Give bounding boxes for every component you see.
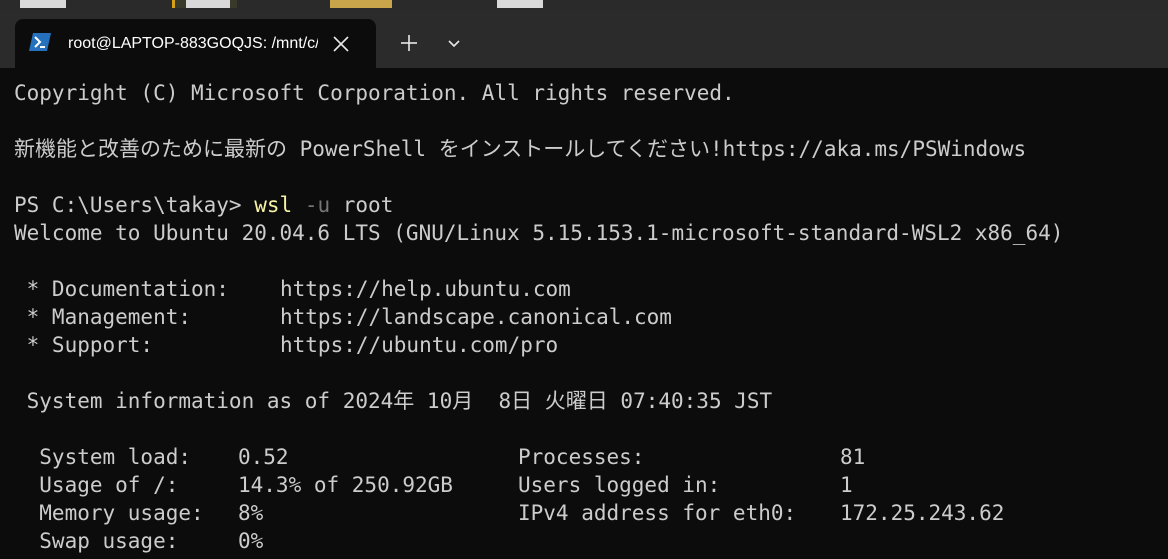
tab-terminal[interactable]: root@LAPTOP-883GOQJS: /mnt/c/Users/takay	[15, 19, 376, 68]
stat-label: Swap usage:	[14, 529, 179, 553]
command-name: wsl	[254, 193, 293, 217]
taskbar-thumbnail	[330, 0, 392, 8]
powershell-icon	[29, 32, 51, 52]
link-url[interactable]: https://ubuntu.com/pro	[280, 331, 558, 359]
stat-label: Memory usage:	[14, 501, 204, 525]
tab-title: root@LAPTOP-883GOQJS: /mnt/c/Users/takay	[68, 35, 318, 52]
stat-value: 81	[840, 445, 866, 469]
command-line: PS C:\Users\takay> wsl -u root	[14, 191, 393, 219]
stat-value: 0.52	[238, 445, 289, 469]
install-notice-line: 新機能と改善のために最新の PowerShell をインストールしてください!h…	[14, 137, 1027, 161]
taskbar-thumbnail	[497, 0, 543, 8]
terminal-output[interactable]: Copyright (C) Microsoft Corporation. All…	[0, 68, 1168, 559]
taskbar-thumbnail	[186, 0, 230, 8]
taskbar-thumbnail	[20, 0, 66, 8]
stat-value: 14.3% of 250.92GB	[238, 473, 453, 497]
stat-label: IPv4 address for eth0:	[518, 501, 797, 525]
stat-label: Usage of /:	[14, 473, 179, 497]
command-argument: root	[342, 193, 394, 217]
link-label: * Support:	[14, 333, 154, 357]
stat-value: 8%	[238, 501, 264, 525]
stat-label: System load:	[14, 445, 192, 469]
copyright-line: Copyright (C) Microsoft Corporation. All…	[14, 81, 735, 105]
chevron-down-icon[interactable]	[442, 32, 466, 56]
link-label: * Management:	[14, 305, 192, 329]
taskbar-strip	[0, 0, 1168, 10]
command-parameter: -u	[304, 193, 331, 217]
welcome-line: Welcome to Ubuntu 20.04.6 LTS (GNU/Linux…	[14, 221, 1064, 245]
plus-icon[interactable]	[396, 30, 422, 56]
link-label: * Documentation:	[14, 277, 229, 301]
stat-value: 1	[840, 473, 853, 497]
link-url[interactable]: https://landscape.canonical.com	[280, 303, 672, 331]
tab-bar: root@LAPTOP-883GOQJS: /mnt/c/Users/takay	[0, 10, 1168, 68]
stat-value: 0%	[238, 529, 264, 553]
stat-label: Users logged in:	[518, 473, 721, 497]
prompt: PS C:\Users\takay>	[14, 193, 255, 217]
stat-value: 172.25.243.62	[840, 501, 1005, 525]
stat-label: Processes:	[518, 445, 645, 469]
link-url[interactable]: https://help.ubuntu.com	[280, 275, 571, 303]
close-icon[interactable]	[330, 33, 352, 55]
sysinfo-header: System information as of 2024年 10月 8日 火曜…	[14, 389, 773, 413]
